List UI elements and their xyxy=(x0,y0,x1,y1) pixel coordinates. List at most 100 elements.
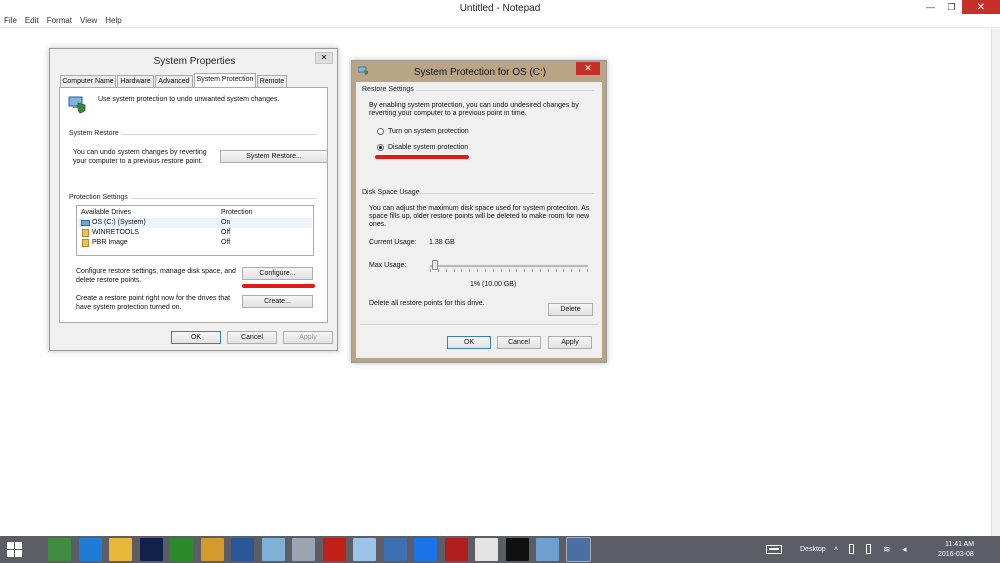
dialog-title: System Protection for OS (C:) xyxy=(413,67,547,78)
table-row[interactable]: PBR Image Off xyxy=(78,238,312,248)
desktop-label[interactable]: Desktop xyxy=(800,546,826,553)
disk-space-text-3: ones. xyxy=(369,221,387,228)
ok-button[interactable]: OK xyxy=(171,331,221,344)
word-icon[interactable] xyxy=(231,538,254,561)
maximize-button[interactable]: ❐ xyxy=(941,0,962,14)
delete-button[interactable]: Delete xyxy=(548,303,593,316)
menu-help[interactable]: Help xyxy=(101,16,125,27)
cancel-button[interactable]: Cancel xyxy=(227,331,277,344)
slider-tick xyxy=(509,269,510,272)
teamviewer-icon[interactable] xyxy=(414,538,437,561)
slider-tick xyxy=(556,269,557,272)
clock-date[interactable]: 2016-03-08 xyxy=(938,551,974,558)
system-icon[interactable] xyxy=(566,537,591,562)
minimize-button[interactable]: — xyxy=(920,0,941,14)
slider-tick xyxy=(532,269,533,272)
internet-explorer-icon[interactable] xyxy=(79,538,102,561)
drive-protection: On xyxy=(221,219,231,226)
disk-space-text-2: space fills up, older restore points wil… xyxy=(369,213,590,220)
flag-icon[interactable] xyxy=(849,544,854,554)
drive-icon xyxy=(81,220,90,226)
system-restore-button[interactable]: System Restore... xyxy=(220,150,328,163)
battery-icon[interactable] xyxy=(866,544,871,554)
cmd-icon[interactable] xyxy=(506,538,529,561)
system-restore-heading: System Restore xyxy=(69,130,119,137)
taskbar: Desktop ˄ ≋ ◂ 11:41 AM 2016-03-08 xyxy=(0,536,1000,563)
system-properties-dialog: System Properties ✕ Computer Name Hardwa… xyxy=(49,48,338,351)
photoshop-icon[interactable] xyxy=(140,538,163,561)
outlook-icon[interactable] xyxy=(201,538,224,561)
menu-file[interactable]: File xyxy=(0,16,21,27)
divider xyxy=(121,134,317,135)
volume-icon[interactable]: ◂ xyxy=(902,544,907,555)
wifi-icon[interactable]: ≋ xyxy=(883,544,891,555)
keyboard-icon[interactable] xyxy=(766,545,782,554)
menu-format[interactable]: Format xyxy=(43,16,76,27)
network-icon[interactable] xyxy=(384,538,407,561)
create-button[interactable]: Create... xyxy=(242,295,313,308)
notepad-title: Untitled - Notepad xyxy=(459,3,541,14)
tab-system-protection[interactable]: System Protection xyxy=(194,73,256,88)
current-usage-label: Current Usage: xyxy=(369,239,417,246)
radio-button-selected[interactable] xyxy=(377,144,384,151)
apply-button[interactable]: Apply xyxy=(283,331,333,344)
clock-time[interactable]: 11:41 AM xyxy=(945,541,974,548)
chevron-up-icon[interactable]: ˄ xyxy=(834,546,838,553)
tiles-icon[interactable] xyxy=(475,538,498,561)
remote-desktop-icon[interactable] xyxy=(536,538,559,561)
app-blue-icon[interactable] xyxy=(262,538,285,561)
configure-button[interactable]: Configure... xyxy=(242,267,313,280)
drive-name: PBR Image xyxy=(92,239,128,246)
close-button[interactable]: ✕ xyxy=(315,52,333,64)
filezilla-icon[interactable] xyxy=(323,538,346,561)
column-header-protection[interactable]: Protection xyxy=(221,209,253,216)
disable-protection-option[interactable]: Disable system protection xyxy=(377,144,468,151)
vnc-icon[interactable] xyxy=(445,538,468,561)
menu-edit[interactable]: Edit xyxy=(21,16,43,27)
messenger-icon[interactable] xyxy=(353,538,376,561)
table-row[interactable]: OS (C:) (System) On xyxy=(78,218,312,228)
slider-thumb[interactable] xyxy=(432,260,438,270)
divider xyxy=(360,324,598,325)
delete-text: Delete all restore points for this drive… xyxy=(369,300,485,307)
chrome-icon[interactable] xyxy=(48,538,71,561)
dreamweaver-icon[interactable] xyxy=(170,538,193,561)
notepad-scrollbar[interactable] xyxy=(991,29,1000,536)
drive-protection: Off xyxy=(221,229,231,236)
turn-on-protection-option[interactable]: Turn on system protection xyxy=(377,128,469,135)
file-explorer-icon[interactable] xyxy=(109,538,132,561)
ok-button[interactable]: OK xyxy=(447,336,491,349)
drives-list: Available Drives Protection OS (C:) (Sys… xyxy=(76,205,314,256)
slider-ticks xyxy=(430,269,588,272)
tab-hardware[interactable]: Hardware xyxy=(117,75,154,87)
divider xyxy=(131,198,317,199)
slider-tick xyxy=(430,269,431,272)
radio-button[interactable] xyxy=(377,128,384,135)
tab-advanced[interactable]: Advanced xyxy=(155,75,193,87)
column-header-drives[interactable]: Available Drives xyxy=(81,209,131,216)
max-usage-slider[interactable] xyxy=(430,260,588,274)
system-protection-dialog: System Protection for OS (C:) ✕ Restore … xyxy=(351,60,607,363)
cancel-button[interactable]: Cancel xyxy=(497,336,541,349)
menu-view[interactable]: View xyxy=(76,16,101,27)
restore-settings-text-1: By enabling system protection, you can u… xyxy=(369,102,579,109)
close-button[interactable]: ✕ xyxy=(576,62,600,75)
tab-remote[interactable]: Remote xyxy=(257,75,287,87)
calculator-icon[interactable] xyxy=(292,538,315,561)
slider-tick xyxy=(563,269,564,272)
slider-tick xyxy=(540,269,541,272)
tab-computer-name[interactable]: Computer Name xyxy=(60,75,116,87)
windows-start-icon[interactable] xyxy=(7,542,22,557)
slider-tick xyxy=(579,269,580,272)
annotation-underline xyxy=(375,155,469,159)
slider-tick xyxy=(501,269,502,272)
notepad-title-bar: Untitled - Notepad xyxy=(0,0,1000,15)
configure-text-2: delete restore points. xyxy=(76,277,142,284)
apply-button[interactable]: Apply xyxy=(548,336,592,349)
slider-tick xyxy=(454,269,455,272)
max-usage-value: 1% (10.00 GB) xyxy=(470,281,517,288)
table-row[interactable]: WINRETOOLS Off xyxy=(78,228,312,238)
slider-tick xyxy=(477,269,478,272)
close-button[interactable]: ✕ xyxy=(962,0,1000,14)
restore-text-1: You can undo system changes by reverting xyxy=(73,149,207,156)
